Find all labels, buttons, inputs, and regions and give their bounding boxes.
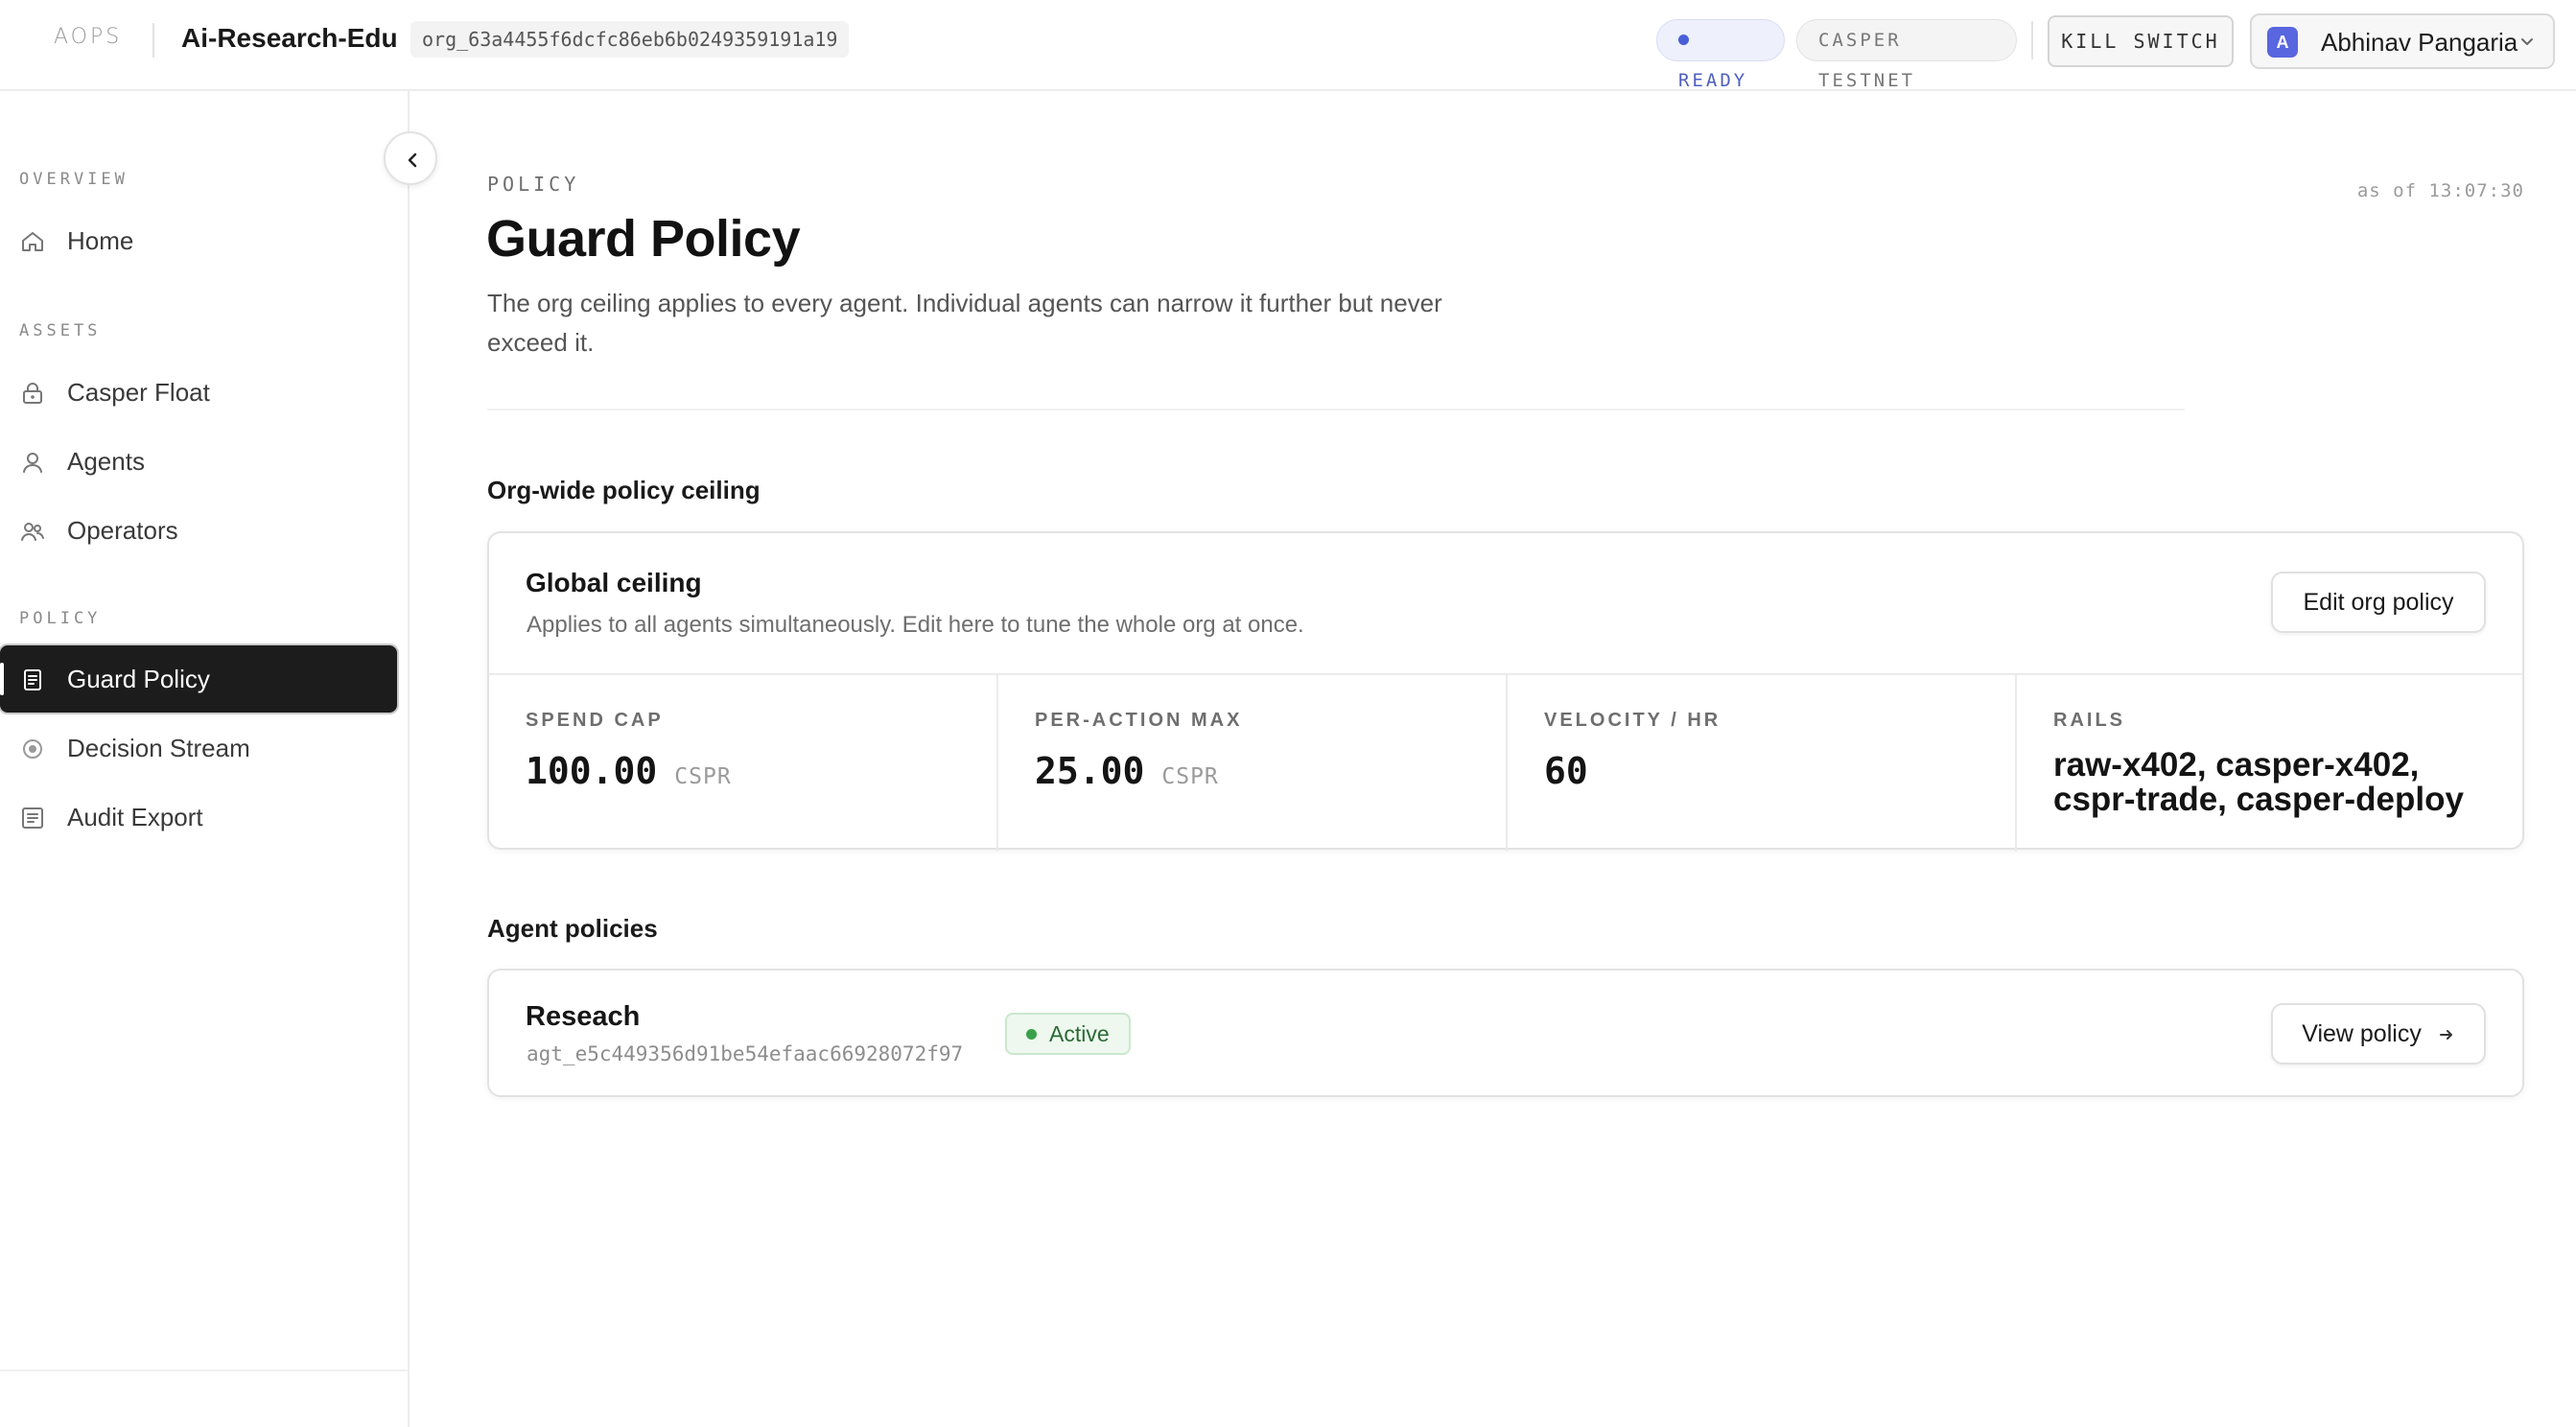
metric-velocity: VELOCITY / HR 60 bbox=[1508, 675, 2017, 852]
sidebar: OVERVIEW Home ASSETS Casper Float Agents… bbox=[0, 91, 410, 1427]
agent-name: Reseach bbox=[526, 1001, 641, 1032]
sidebar-section-overview: OVERVIEW bbox=[19, 170, 129, 189]
sidebar-item-agents[interactable]: Agents bbox=[0, 428, 397, 495]
org-id-chip[interactable]: org_63a4455f6dcfc86eb6b0249359191a19 bbox=[410, 21, 850, 58]
user-icon bbox=[23, 453, 42, 473]
users-icon bbox=[21, 523, 44, 541]
metric-value: 100.00 bbox=[526, 750, 658, 792]
section-title-agent-policies: Agent policies bbox=[487, 914, 658, 943]
metric-spend-cap: SPEND CAP 100.00 CSPR bbox=[489, 675, 998, 852]
org-name[interactable]: Ai-Research-Edu bbox=[181, 23, 398, 54]
card-subtitle: Applies to all agents simultaneously. Ed… bbox=[527, 612, 1304, 638]
status-badge: Active bbox=[1005, 1013, 1131, 1055]
sidebar-item-label: Operators bbox=[67, 516, 178, 545]
sidebar-item-label: Audit Export bbox=[67, 803, 203, 831]
divider bbox=[2031, 21, 2033, 59]
top-bar: AOPS Ai-Research-Edu org_63a4455f6dcfc86… bbox=[0, 0, 2576, 91]
sidebar-item-label: Decision Stream bbox=[67, 734, 250, 762]
metric-value: raw-x402, casper-x402, cspr-trade, caspe… bbox=[2053, 746, 2464, 818]
home-icon bbox=[22, 232, 43, 251]
avatar: A bbox=[2267, 27, 2298, 58]
divider bbox=[0, 1369, 410, 1371]
metric-label: SPEND CAP bbox=[526, 710, 664, 731]
metric-value: 60 bbox=[1544, 750, 1588, 792]
page-description: The org ceiling applies to every agent. … bbox=[487, 289, 1442, 357]
divider bbox=[487, 409, 2185, 410]
lock-icon bbox=[23, 383, 42, 404]
chevron-left-icon bbox=[408, 152, 417, 168]
kill-switch-label: KILL SWITCH bbox=[2061, 30, 2220, 53]
list-icon bbox=[22, 807, 43, 829]
collapse-sidebar-button[interactable] bbox=[384, 131, 437, 185]
metric-label: VELOCITY / HR bbox=[1544, 710, 1721, 731]
network-text: CASPER TESTNET bbox=[1818, 30, 1916, 91]
kill-switch-button[interactable]: KILL SWITCH bbox=[2048, 15, 2234, 67]
status-badge: READY bbox=[1656, 19, 1785, 91]
sidebar-section-assets: ASSETS bbox=[19, 321, 102, 340]
metric-label: PER-ACTION MAX bbox=[1035, 710, 1243, 731]
metric-unit: CSPR bbox=[1161, 764, 1219, 789]
sidebar-item-guard-policy[interactable]: Guard Policy bbox=[0, 645, 397, 713]
chevron-down-icon bbox=[2521, 38, 2533, 45]
status-text: READY bbox=[1678, 70, 1748, 91]
status-dot-icon bbox=[1678, 35, 1689, 45]
as-of-timestamp: as of 13:07:30 bbox=[2356, 180, 2524, 201]
card-title: Global ceiling bbox=[526, 568, 702, 597]
app-logo[interactable]: AOPS bbox=[54, 25, 122, 49]
user-menu-button[interactable]: A Abhinav Pangaria bbox=[2250, 13, 2555, 69]
divider bbox=[152, 23, 154, 58]
edit-org-policy-button[interactable]: Edit org policy bbox=[2271, 572, 2486, 633]
network-badge: CASPER TESTNET bbox=[1796, 19, 2017, 91]
view-policy-button[interactable]: View policy bbox=[2271, 1003, 2486, 1064]
sidebar-item-decision-stream[interactable]: Decision Stream bbox=[0, 714, 397, 782]
page-eyebrow: POLICY bbox=[487, 173, 580, 196]
metric-per-action-max: PER-ACTION MAX 25.00 CSPR bbox=[998, 675, 1508, 852]
view-policy-label: View policy bbox=[2302, 1020, 2422, 1047]
sidebar-item-label: Home bbox=[67, 226, 134, 255]
metric-label: RAILS bbox=[2053, 710, 2125, 731]
sidebar-item-label: Casper Float bbox=[67, 378, 210, 407]
sidebar-section-policy: POLICY bbox=[19, 609, 102, 628]
sidebar-item-label: Agents bbox=[67, 447, 145, 476]
section-title-org-policy: Org-wide policy ceiling bbox=[487, 476, 761, 504]
metric-rails: RAILS raw-x402, casper-x402, cspr-trade,… bbox=[2017, 675, 2522, 852]
user-name: Abhinav Pangaria bbox=[2321, 28, 2518, 57]
sidebar-item-audit-export[interactable]: Audit Export bbox=[0, 784, 397, 851]
metric-value-row: 100.00 CSPR bbox=[526, 750, 732, 792]
sidebar-item-operators[interactable]: Operators bbox=[0, 497, 397, 564]
metric-value-row: 60 bbox=[1544, 750, 1588, 792]
document-icon bbox=[24, 669, 41, 690]
sidebar-item-label: Guard Policy bbox=[67, 665, 210, 693]
arrow-right-icon bbox=[2439, 1030, 2452, 1040]
page-title: Guard Policy bbox=[486, 210, 801, 268]
status-text: Active bbox=[1049, 1021, 1110, 1046]
metric-unit: CSPR bbox=[674, 764, 732, 789]
agent-id: agt_e5c449356d91be54efaac66928072f97 bbox=[527, 1042, 964, 1065]
agent-policy-row: Reseach agt_e5c449356d91be54efaac6692807… bbox=[487, 969, 2524, 1097]
metric-value-row: 25.00 CSPR bbox=[1035, 750, 1219, 792]
status-dot-icon bbox=[1026, 1029, 1037, 1040]
global-ceiling-card: Global ceiling Applies to all agents sim… bbox=[487, 531, 2524, 852]
target-icon bbox=[23, 739, 42, 759]
sidebar-item-home[interactable]: Home bbox=[0, 207, 397, 274]
metric-value: 25.00 bbox=[1035, 750, 1145, 792]
sidebar-item-casper-float[interactable]: Casper Float bbox=[0, 359, 397, 426]
metrics-row: SPEND CAP 100.00 CSPR PER-ACTION MAX 25.0… bbox=[489, 673, 2522, 852]
